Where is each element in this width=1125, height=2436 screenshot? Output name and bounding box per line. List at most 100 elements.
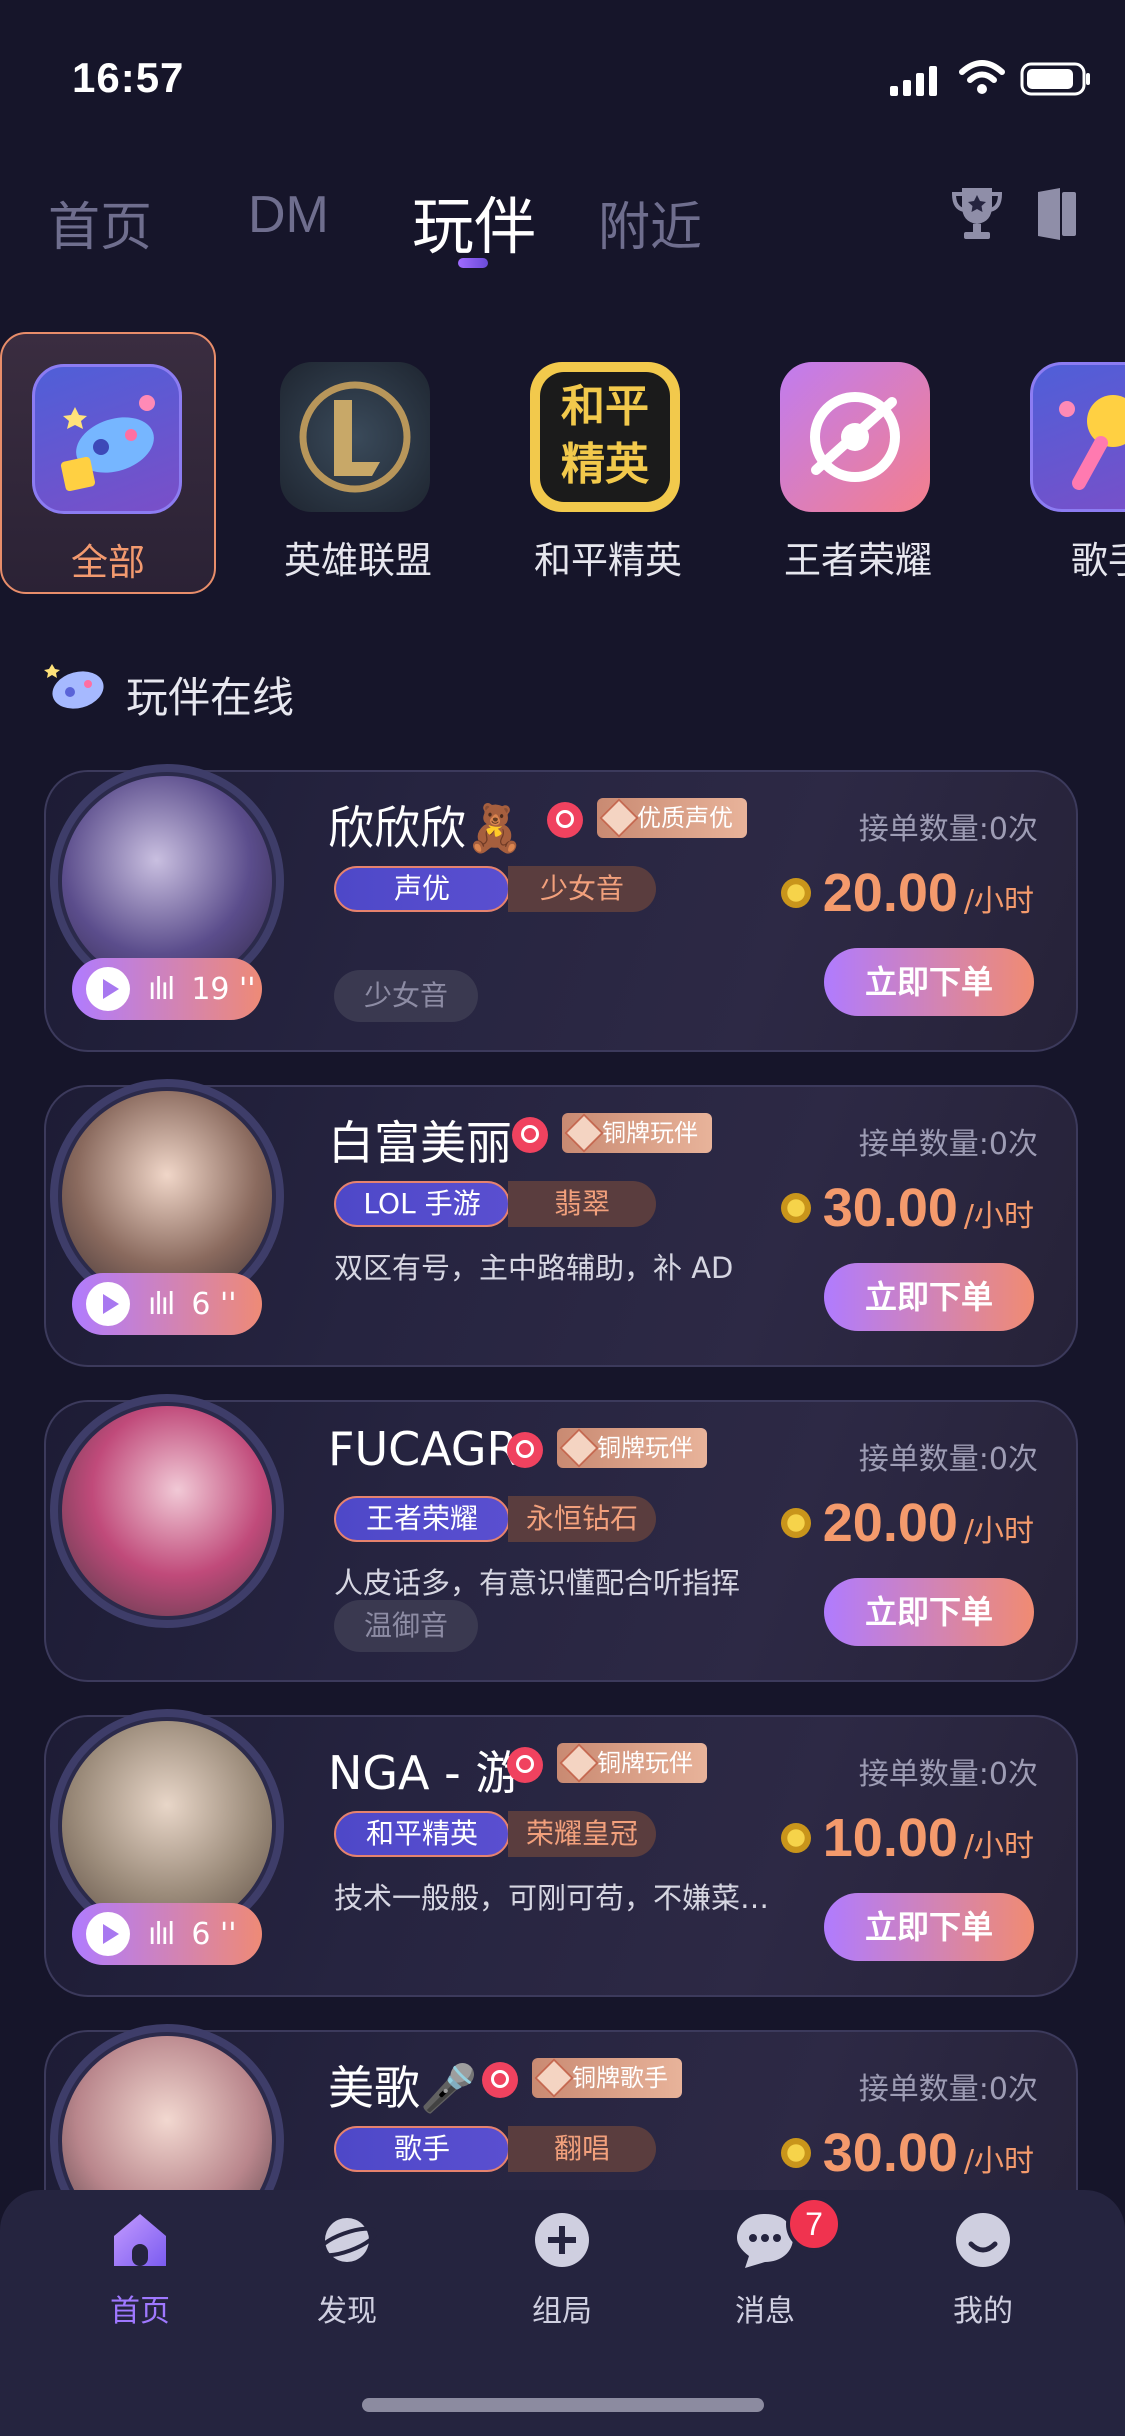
order-count: 接单数量:0次 [858, 812, 1038, 847]
search-icon[interactable] [507, 1432, 543, 1468]
coin-icon [780, 878, 811, 908]
rank-tag: 荣耀皇冠 [508, 1811, 656, 1857]
order-count: 接单数量:0次 [858, 1127, 1038, 1162]
home-indicator [362, 2398, 764, 2412]
category-label: 英雄联盟 [284, 539, 432, 582]
companion-card[interactable]: ılıl 6 '' 白富美丽 铜牌玩伴 LOL 手游 翡翠 双区有号，主中路辅助，补 AD 接… [44, 1079, 1078, 1367]
category-label: 全部 [71, 541, 145, 584]
price-unit: /小时 [963, 2144, 1034, 2179]
coin-icon [780, 2138, 811, 2168]
lol-logo-icon [280, 362, 430, 512]
order-now-button[interactable]: 立即下单 [824, 1893, 1034, 1961]
price-amount: 20.00 [822, 863, 958, 923]
rank-tag: 永恒钻石 [508, 1496, 656, 1542]
category-all[interactable]: 全部 [0, 332, 216, 594]
category-honor-of-kings[interactable]: 王者荣耀 [750, 332, 966, 594]
home-icon [114, 2214, 166, 2266]
play-icon [86, 1282, 130, 1326]
nav-home[interactable]: 首页 [70, 2210, 210, 2330]
order-count: 接单数量:0次 [858, 2072, 1038, 2107]
game-tag: 歌手 [334, 2126, 510, 2172]
voice-duration: 19 '' [191, 971, 256, 1007]
voice-intro-button[interactable]: ılıl 6 '' [72, 1273, 262, 1335]
avatar[interactable] [62, 776, 272, 986]
nav-profile[interactable]: 我的 [913, 2210, 1053, 2330]
door-icon[interactable] [1034, 186, 1080, 242]
trophy-icon[interactable] [950, 184, 1004, 242]
rank-tag: 少女音 [508, 866, 656, 912]
search-icon[interactable] [507, 1747, 543, 1783]
game-tag: LOL 手游 [334, 1181, 510, 1227]
price-amount: 20.00 [822, 1493, 958, 1553]
price-amount: 10.00 [822, 1808, 958, 1868]
tab-home[interactable]: 首页 [48, 185, 152, 260]
battery-icon [1020, 62, 1090, 96]
coin-icon [780, 1823, 811, 1853]
price: 20.00/小时 [780, 862, 1034, 924]
nav-group[interactable]: 组局 [492, 2210, 632, 2330]
tab-nearby[interactable]: 附近 [598, 185, 702, 260]
voice-intro-button[interactable]: ılıl 19 '' [72, 958, 262, 1020]
smile-icon [956, 2213, 1010, 2267]
order-now-button[interactable]: 立即下单 [824, 1263, 1034, 1331]
honor-of-kings-icon [780, 362, 930, 512]
category-lol[interactable]: 英雄联盟 [250, 332, 466, 594]
companion-description: 人皮话多，有意识懂配合听指挥 [334, 1566, 741, 1600]
avatar[interactable] [62, 1406, 272, 1616]
microphone-icon [1030, 362, 1125, 512]
play-icon [86, 967, 130, 1011]
peace-elite-logo-icon: 和平 精英 [530, 362, 680, 512]
price-unit: /小时 [963, 1514, 1034, 1549]
rank-tag: 翻唱 [508, 2126, 656, 2172]
price-amount: 30.00 [822, 2123, 958, 2183]
search-icon[interactable] [512, 1117, 548, 1153]
order-now-button[interactable]: 立即下单 [824, 1578, 1034, 1646]
price: 20.00/小时 [780, 1492, 1034, 1554]
nav-label: 我的 [953, 2294, 1013, 2329]
voice-type-chip: 温御音 [334, 1600, 479, 1652]
waveform-icon: ılıl [148, 1286, 175, 1322]
search-icon[interactable] [547, 802, 583, 838]
unread-badge: 7 [786, 2196, 842, 2252]
coin-icon [780, 1508, 811, 1538]
companion-name: FUCAGR [328, 1422, 519, 1476]
voice-intro-button[interactable]: ılıl 6 '' [72, 1903, 262, 1965]
companion-card[interactable]: FUCAGR 铜牌玩伴 王者荣耀 永恒钻石 人皮话多，有意识懂配合听指挥 温御音 接单数量:… [44, 1394, 1078, 1682]
level-badge: 优质声优 [597, 798, 747, 838]
signal-icon [890, 66, 937, 96]
gamepad-small-icon [44, 664, 104, 709]
price-unit: /小时 [963, 1199, 1034, 1234]
search-icon[interactable] [482, 2062, 518, 2098]
level-badge: 铜牌玩伴 [562, 1113, 712, 1153]
waveform-icon: ılıl [148, 971, 175, 1007]
companion-name: NGA - 游 [328, 1746, 522, 1800]
tab-dm[interactable]: DM [248, 185, 329, 245]
game-tag: 和平精英 [334, 1811, 510, 1857]
status-time: 16:57 [72, 54, 185, 101]
nav-label: 首页 [110, 2294, 170, 2329]
nav-discover[interactable]: 发现 [277, 2210, 417, 2330]
category-peace-elite[interactable]: 和平 精英 和平精英 [500, 332, 716, 594]
order-count: 接单数量:0次 [858, 1757, 1038, 1792]
planet-icon [317, 2218, 377, 2262]
price-amount: 30.00 [822, 1178, 958, 1238]
companion-name: 欣欣欣🧸 [328, 801, 524, 855]
avatar[interactable] [62, 1091, 272, 1301]
level-badge: 铜牌歌手 [532, 2058, 682, 2098]
companion-card[interactable]: ılıl 19 '' 欣欣欣🧸 优质声优 声优 少女音 少女音 接单数量:0次 20.00/小时… [44, 764, 1078, 1052]
price: 30.00/小时 [780, 1177, 1034, 1239]
companion-card[interactable]: ılıl 6 '' NGA - 游铜牌玩伴 和平精英 荣耀皇冠 技术一般般，可刚可苟，不嫌… [44, 1709, 1078, 1997]
category-singer[interactable]: 歌手 [1000, 332, 1125, 594]
price: 10.00/小时 [780, 1807, 1034, 1869]
category-label: 王者荣耀 [784, 539, 932, 582]
category-label: 歌手 [1071, 539, 1125, 582]
plus-circle-icon [535, 2213, 589, 2267]
price: 30.00/小时 [780, 2122, 1034, 2184]
category-label: 和平精英 [534, 539, 682, 582]
avatar[interactable] [62, 1721, 272, 1931]
nav-label: 消息 [735, 2294, 795, 2329]
nav-label: 发现 [317, 2294, 377, 2329]
nav-label: 组局 [532, 2294, 592, 2329]
order-now-button[interactable]: 立即下单 [824, 948, 1034, 1016]
tab-companion[interactable]: 玩伴 [412, 176, 536, 266]
